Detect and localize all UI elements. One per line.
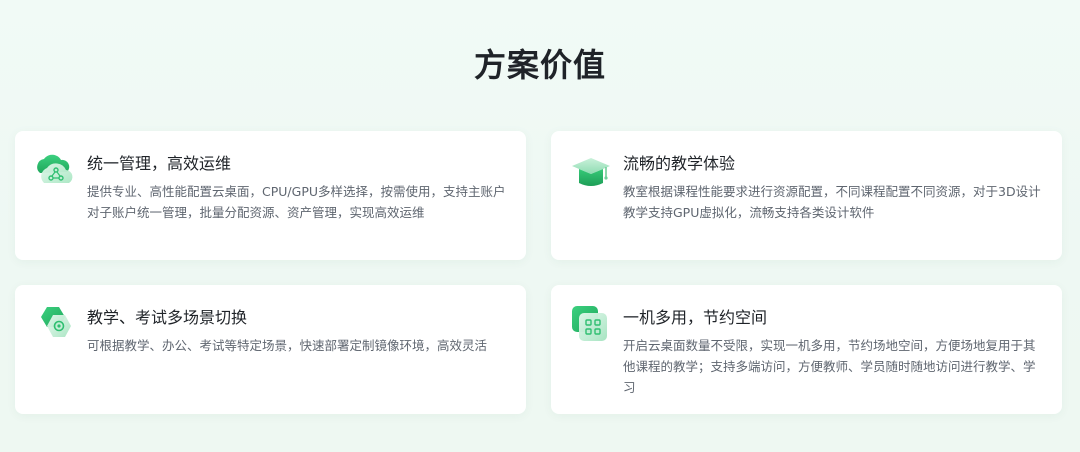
camera-scene-icon <box>33 303 77 347</box>
card-title: 流畅的教学体验 <box>623 154 736 173</box>
multi-app-grid-icon <box>569 303 613 347</box>
card-description: 教室根据课程性能要求进行资源配置，不同课程配置不同资源，对于3D设计教学支持GP… <box>623 184 1041 220</box>
card-title: 教学、考试多场景切换 <box>87 308 248 327</box>
card-title: 一机多用，节约空间 <box>623 308 768 327</box>
value-card-multi-use: 一机多用，节约空间 开启云桌面数量不受限，实现一机多用，节约场地空间，方便场地复… <box>551 285 1062 414</box>
value-card-smooth-teaching: 流畅的教学体验 教室根据课程性能要求进行资源配置，不同课程配置不同资源，对于3D… <box>551 131 1062 260</box>
card-description: 提供专业、高性能配置云桌面，CPU/GPU多样选择，按需使用，支持主账户对子账户… <box>87 184 506 220</box>
page-title: 方案价值 <box>473 46 606 84</box>
value-card-unified-management: 统一管理，高效运维 提供专业、高性能配置云桌面，CPU/GPU多样选择，按需使用… <box>15 131 526 260</box>
cloud-network-icon <box>33 149 77 193</box>
graduation-cap-icon <box>569 149 613 193</box>
card-title: 统一管理，高效运维 <box>87 154 232 173</box>
card-description: 开启云桌面数量不受限，实现一机多用，节约场地空间，方便场地复用于其他课程的教学；… <box>623 338 1036 395</box>
value-card-scene-switching: 教学、考试多场景切换 可根据教学、办公、考试等特定场景，快速部署定制镜像环境，高… <box>15 285 526 414</box>
card-description: 可根据教学、办公、考试等特定场景，快速部署定制镜像环境，高效灵活 <box>87 338 488 353</box>
